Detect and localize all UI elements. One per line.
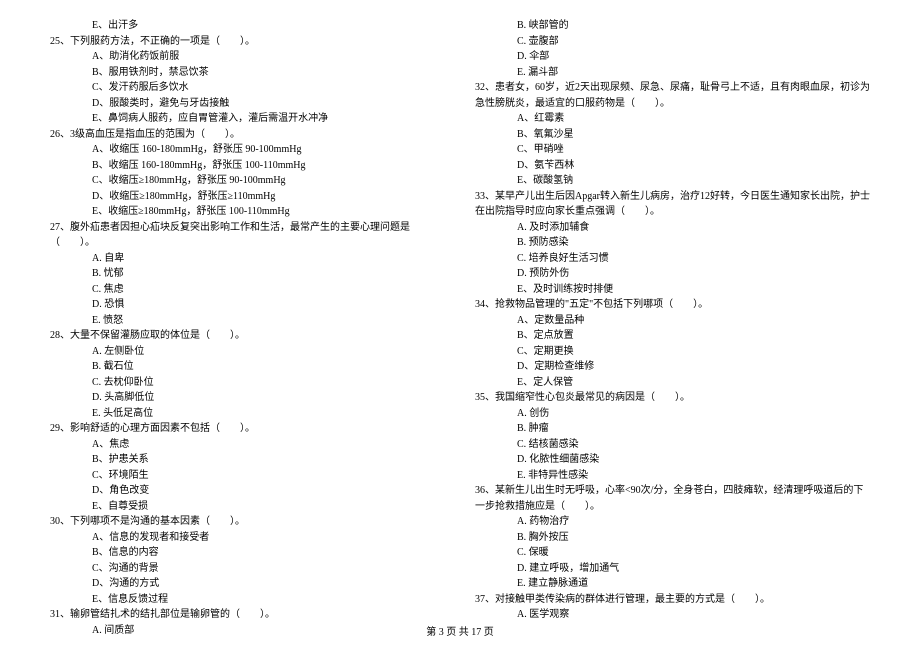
q27-stem: 27、腹外疝患者因担心疝块反复突出影响工作和生活，最常产生的主要心理问题是（ ）… [50, 220, 445, 251]
q33-stem: 33、某早产儿出生后因Apgar转入新生儿病房，治疗12好转，今日医生通知家长出… [475, 189, 870, 220]
q36-option: E. 建立静脉通道 [475, 576, 870, 592]
q33-option: C. 培养良好生活习惯 [475, 251, 870, 267]
q32-option: A、红霉素 [475, 111, 870, 127]
q36-option: B. 胸外按压 [475, 530, 870, 546]
q26-option: A、收缩压 160-180mmHg，舒张压 90-100mmHg [50, 142, 445, 158]
q33-option: A. 及时添加辅食 [475, 220, 870, 236]
q27-option: C. 焦虑 [50, 282, 445, 298]
q28-stem: 28、大量不保留灌肠应取的体位是（ ）。 [50, 328, 445, 344]
q29-option: E、自尊受损 [50, 499, 445, 515]
q33-option: E、及时训练按时排便 [475, 282, 870, 298]
q37-option: A. 医学观察 [475, 607, 870, 623]
q32-option: E、碳酸氢钠 [475, 173, 870, 189]
q28-option: D. 头高脚低位 [50, 390, 445, 406]
q27-option: B. 忧郁 [50, 266, 445, 282]
q34-option: B、定点放置 [475, 328, 870, 344]
q26-option: D、收缩压≥180mmHg，舒张压≥110mmHg [50, 189, 445, 205]
q27-option: E. 愤怒 [50, 313, 445, 329]
q32-stem: 32、患者女，60岁，近2天出现尿频、尿急、尿痛，耻骨弓上不适，且有肉眼血尿，初… [475, 80, 870, 111]
q36-option: C. 保暖 [475, 545, 870, 561]
q35-stem: 35、我国缩窄性心包炎最常见的病因是（ ）。 [475, 390, 870, 406]
q31-stem: 31、输卵管结扎术的结扎部位是输卵管的（ ）。 [50, 607, 445, 623]
q27-option: D. 恐惧 [50, 297, 445, 313]
q31-option: E. 漏斗部 [475, 65, 870, 81]
q33-option: B. 预防感染 [475, 235, 870, 251]
q30-option: E、信息反馈过程 [50, 592, 445, 608]
q36-option: D. 建立呼吸，增加通气 [475, 561, 870, 577]
q32-option: B、氧氟沙星 [475, 127, 870, 143]
q35-option: A. 创伤 [475, 406, 870, 422]
q25-option: C、发汗药服后多饮水 [50, 80, 445, 96]
q31-option: C. 壶腹部 [475, 34, 870, 50]
q26-option: E、收缩压≥180mmHg，舒张压 100-110mmHg [50, 204, 445, 220]
q30-option: C、沟通的背景 [50, 561, 445, 577]
q27-option: A. 自卑 [50, 251, 445, 267]
q35-option: D. 化脓性细菌感染 [475, 452, 870, 468]
q24-option-e: E、出汗多 [50, 18, 445, 34]
right-column: B. 峡部管的 C. 壶腹部 D. 伞部 E. 漏斗部 32、患者女，60岁，近… [475, 18, 870, 608]
q25-option: A、助消化药饭前服 [50, 49, 445, 65]
q29-option: A、焦虑 [50, 437, 445, 453]
q32-option: D、氨苄西林 [475, 158, 870, 174]
q31-option: D. 伞部 [475, 49, 870, 65]
q29-option: B、护患关系 [50, 452, 445, 468]
q28-option: B. 截石位 [50, 359, 445, 375]
q31-option: B. 峡部管的 [475, 18, 870, 34]
q28-option: A. 左侧卧位 [50, 344, 445, 360]
q34-option: C、定期更换 [475, 344, 870, 360]
q32-option: C、甲硝唑 [475, 142, 870, 158]
q33-option: D. 预防外伤 [475, 266, 870, 282]
q29-stem: 29、影响舒适的心理方面因素不包括（ ）。 [50, 421, 445, 437]
q26-stem: 26、3级高血压是指血压的范围为（ ）。 [50, 127, 445, 143]
q36-option: A. 药物治疗 [475, 514, 870, 530]
q30-option: B、信息的内容 [50, 545, 445, 561]
q30-option: D、沟通的方式 [50, 576, 445, 592]
q26-option: B、收缩压 160-180mmHg，舒张压 100-110mmHg [50, 158, 445, 174]
q36-stem: 36、某新生儿出生时无呼吸，心率<90次/分，全身苍白，四肢瘫软，经清理呼吸道后… [475, 483, 870, 514]
q34-option: E、定人保管 [475, 375, 870, 391]
two-column-layout: E、出汗多 25、下列服药方法，不正确的一项是（ ）。 A、助消化药饭前服 B、… [50, 18, 870, 608]
q25-option: B、服用铁剂时，禁忌饮茶 [50, 65, 445, 81]
q29-option: C、环境陌生 [50, 468, 445, 484]
left-column: E、出汗多 25、下列服药方法，不正确的一项是（ ）。 A、助消化药饭前服 B、… [50, 18, 445, 608]
q34-option: A、定数量品种 [475, 313, 870, 329]
q30-option: A、信息的发现者和接受者 [50, 530, 445, 546]
q29-option: D、角色改变 [50, 483, 445, 499]
q25-option: D、服酸类时，避免与牙齿接触 [50, 96, 445, 112]
q25-option: E、鼻饲病人服药，应自胃管灌入，灌后需温开水冲净 [50, 111, 445, 127]
q28-option: E. 头低足高位 [50, 406, 445, 422]
q25-stem: 25、下列服药方法，不正确的一项是（ ）。 [50, 34, 445, 50]
q35-option: B. 肿瘤 [475, 421, 870, 437]
q34-stem: 34、抢救物品管理的"五定"不包括下列哪项（ ）。 [475, 297, 870, 313]
q35-option: C. 结核菌感染 [475, 437, 870, 453]
q37-stem: 37、对接触甲类传染病的群体进行管理，最主要的方式是（ ）。 [475, 592, 870, 608]
page-footer: 第 3 页 共 17 页 [0, 625, 920, 641]
q28-option: C. 去枕仰卧位 [50, 375, 445, 391]
q35-option: E. 非特异性感染 [475, 468, 870, 484]
q26-option: C、收缩压≥180mmHg，舒张压 90-100mmHg [50, 173, 445, 189]
q30-stem: 30、下列哪项不是沟通的基本因素（ ）。 [50, 514, 445, 530]
q34-option: D、定期检查维修 [475, 359, 870, 375]
